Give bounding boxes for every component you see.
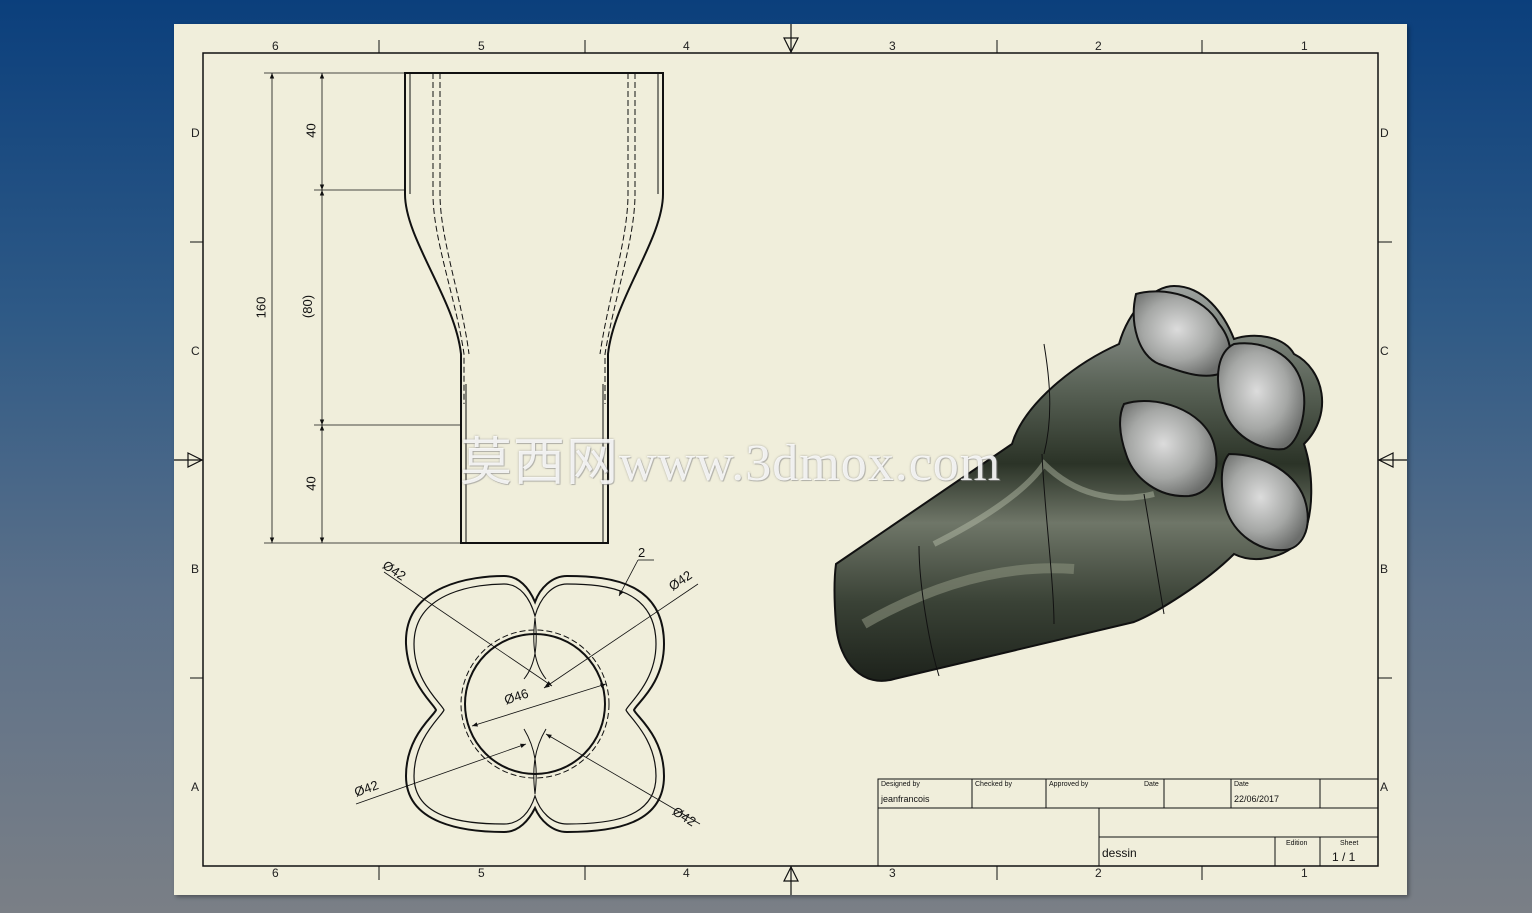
zone-col-top-4: 4 [683, 39, 690, 53]
zone-col-bottom-2: 2 [1095, 866, 1102, 880]
zone-row-right-c: C [1380, 344, 1389, 358]
dim-total-height: 160 [253, 296, 269, 319]
dim-mid-section: (80) [300, 294, 316, 319]
drawing-sheet[interactable]: 6 5 4 3 2 1 6 5 4 3 2 1 D C B A D C B A … [174, 24, 1407, 895]
watermark: 莫西网www.3dmox.com [460, 435, 1002, 492]
zone-col-top-3: 3 [889, 39, 896, 53]
edition-label: Edition [1286, 840, 1308, 847]
zone-col-top-5: 5 [478, 39, 485, 53]
date-label-2: Date [1234, 781, 1249, 788]
zone-col-bottom-3: 3 [889, 866, 896, 880]
zone-col-top-1: 1 [1301, 39, 1308, 53]
zone-col-bottom-1: 1 [1301, 866, 1308, 880]
sheet-label: Sheet [1340, 840, 1359, 847]
zone-col-bottom-5: 5 [478, 866, 485, 880]
date-value: 22/06/2017 [1234, 794, 1280, 804]
zone-col-bottom-4: 4 [683, 866, 690, 880]
zone-row-left-d: D [191, 126, 200, 140]
dim-thickness: 2 [638, 545, 646, 560]
zone-row-left-b: B [191, 562, 200, 576]
checked-by-label: Checked by [975, 781, 1012, 788]
zone-row-left-c: C [191, 344, 200, 358]
zone-row-right-d: D [1380, 126, 1389, 140]
zone-col-top-2: 2 [1095, 39, 1102, 53]
drawing-title: dessin [1102, 846, 1137, 860]
zone-row-right-a: A [1380, 780, 1389, 794]
date-label-1: Date [1144, 781, 1159, 788]
sheet-value: 1 / 1 [1332, 850, 1356, 864]
zone-col-top-6: 6 [272, 39, 279, 53]
zone-row-left-a: A [191, 780, 200, 794]
zone-col-bottom-6: 6 [272, 866, 279, 880]
approved-by-label: Approved by [1049, 781, 1089, 788]
designed-by-label: Designed by [881, 781, 920, 788]
dim-top-section: 40 [303, 123, 319, 138]
zone-row-right-b: B [1380, 562, 1389, 576]
dim-bottom-section: 40 [303, 476, 319, 491]
designed-by-value: jeanfrancois [881, 794, 930, 804]
